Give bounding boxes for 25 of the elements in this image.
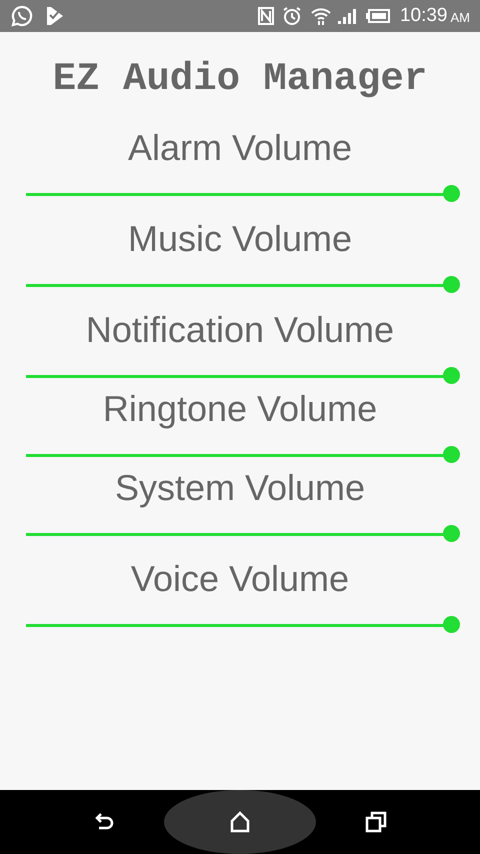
nfc-icon [258,7,274,25]
chat-bubble-icon [10,4,34,28]
volume-slider[interactable] [26,276,460,294]
home-icon [229,811,251,833]
volume-slider[interactable] [26,185,460,203]
volume-slider[interactable] [26,616,460,634]
alarm-clock-icon [282,6,302,26]
volume-slider[interactable] [26,525,460,543]
slider-label: Music Volume [128,217,352,261]
clock-time: 10:39 [400,4,448,28]
app-title: EZ Audio Manager [52,56,428,103]
clock-meridiem: AM [450,8,470,27]
wifi-icon [310,6,332,26]
volume-slider[interactable] [26,367,460,385]
slider-label: Notification Volume [86,308,394,352]
back-arrow-icon [93,812,115,832]
overlapping-squares-icon [365,811,387,833]
battery-icon [366,9,390,23]
checkmark-flag-icon [46,6,64,26]
volume-slider[interactable] [26,446,460,464]
slider-label: Voice Volume [130,557,350,601]
signal-icon [338,8,356,24]
slider-label: Alarm Volume [128,126,352,170]
slider-label: Ringtone Volume [102,387,378,431]
slider-label: System Volume [114,466,366,510]
